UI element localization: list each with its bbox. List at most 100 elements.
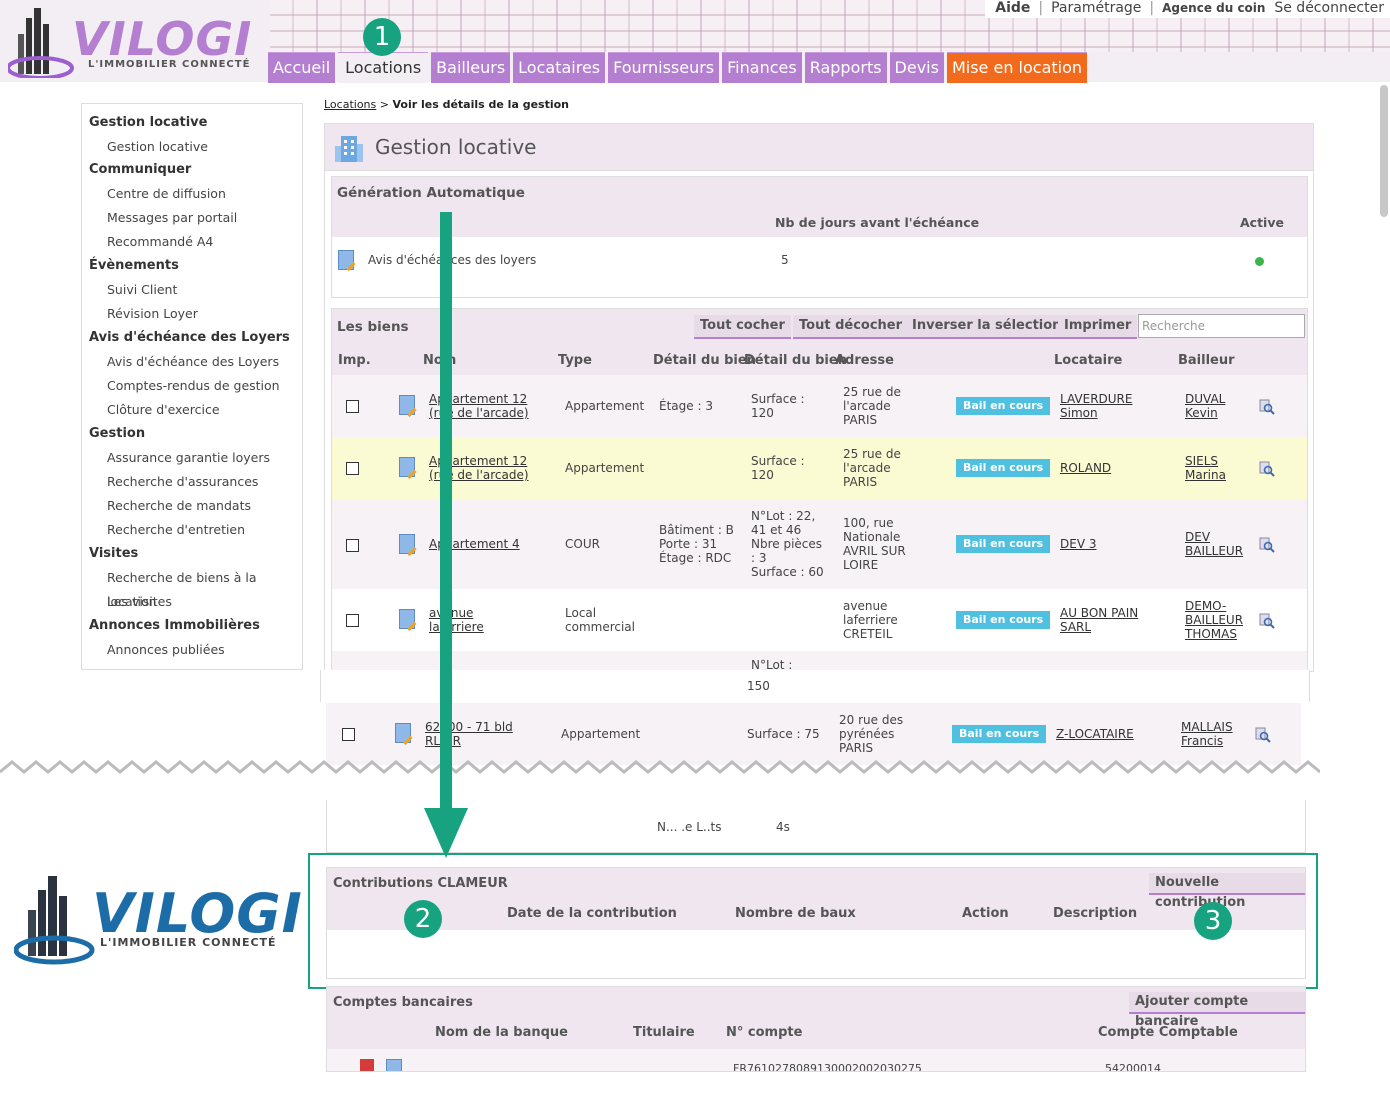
view-details-icon[interactable] bbox=[1259, 399, 1275, 415]
sidebar-item-recommande[interactable]: Recommandé A4 bbox=[82, 230, 302, 254]
torn-strip: 150 bbox=[320, 670, 1310, 702]
sidebar-item-recherche-assurances[interactable]: Recherche d'assurances bbox=[82, 470, 302, 494]
locataire-link[interactable]: LAVERDURE Simon bbox=[1060, 392, 1132, 420]
sidebar-item-assurance-garantie[interactable]: Assurance garantie loyers bbox=[82, 446, 302, 470]
row-checkbox[interactable] bbox=[346, 400, 359, 413]
tab-rapports[interactable]: Rapports bbox=[804, 52, 887, 83]
col-action: Action bbox=[962, 906, 1009, 921]
bailleur-link[interactable]: DUVAL Kevin bbox=[1185, 392, 1225, 420]
sidebar-section-gestion: Gestion bbox=[89, 426, 146, 441]
top-links: Aide | Paramétrage | Agence du coin Se décon… bbox=[985, 0, 1390, 18]
view-details-icon[interactable] bbox=[1259, 613, 1275, 629]
search-input[interactable]: Recherche bbox=[1138, 314, 1305, 338]
ajouter-compte-button[interactable]: Ajouter compte bancaire bbox=[1129, 992, 1305, 1029]
table-row[interactable]: Appartement 12 (rue de l'arcade) Appartem… bbox=[332, 375, 1307, 437]
generation-automatique-box: Génération Automatique Nb de jours avant… bbox=[331, 176, 1308, 298]
comptes-header: Comptes bancaires Ajouter compte bancair… bbox=[327, 987, 1305, 1049]
breadcrumb-separator: > bbox=[376, 98, 393, 111]
logout-link[interactable]: Se déconnecter bbox=[1274, 0, 1384, 16]
tab-mise-en-location[interactable]: Mise en location bbox=[946, 52, 1088, 83]
bien-name-link[interactable]: avenuelaferriere bbox=[429, 606, 484, 634]
sidebar-item-messages-portail[interactable]: Messages par portail bbox=[82, 206, 302, 230]
table-row[interactable]: FR7610278089130002002030275 54200014 bbox=[327, 1049, 1305, 1071]
sidebar-item-revision-loyer[interactable]: Révision Loyer bbox=[82, 302, 302, 326]
imprimer-button[interactable]: Imprimer bbox=[1058, 315, 1138, 339]
locataire-link[interactable]: AU BON PAIN SARL bbox=[1060, 606, 1138, 634]
tab-finances[interactable]: Finances bbox=[722, 52, 802, 83]
fragment-right: 4s bbox=[776, 820, 790, 834]
sidebar-item-avis-echeance[interactable]: Avis d'échéance des Loyers bbox=[82, 350, 302, 374]
sidebar-item-recherche-biens[interactable]: Recherche de biens à la location bbox=[82, 566, 302, 609]
sidebar-item-gestion-locative[interactable]: Gestion locative bbox=[82, 135, 302, 158]
help-link[interactable]: Aide bbox=[995, 0, 1030, 16]
biens-title: Les biens bbox=[337, 319, 409, 335]
sidebar-item-visites[interactable]: Les visites bbox=[82, 590, 302, 614]
settings-link[interactable]: Paramétrage bbox=[1051, 0, 1141, 16]
locataire-link[interactable]: Z-LOCATAIRE bbox=[1056, 727, 1134, 741]
delete-icon[interactable] bbox=[360, 1059, 374, 1071]
bien-adresse: avenue laferriere CRETEIL bbox=[843, 599, 898, 641]
view-details-icon[interactable] bbox=[1259, 461, 1275, 477]
inverser-selection-button[interactable]: Inverser la sélection bbox=[906, 315, 1068, 339]
document-icon[interactable] bbox=[386, 1059, 402, 1071]
contributions-header: Contributions CLAMEUR Nouvelle contribut… bbox=[327, 868, 1305, 930]
bailleur-link[interactable]: DEV BAILLEUR bbox=[1185, 530, 1243, 558]
locataire-link[interactable]: ROLAND bbox=[1060, 461, 1111, 475]
tab-bailleurs[interactable]: Bailleurs bbox=[431, 52, 511, 83]
bien-adresse: 100, rue Nationale AVRIL SUR LOIRE bbox=[843, 516, 906, 572]
bien-detail-2: Surface : 75 bbox=[747, 727, 820, 741]
tab-locations[interactable]: Locations bbox=[338, 52, 429, 83]
locataire-link[interactable]: DEV 3 bbox=[1060, 537, 1096, 551]
logo-building-icon bbox=[14, 876, 95, 965]
table-row[interactable]: avenuelaferriere Localcommercial avenuel… bbox=[332, 589, 1307, 651]
torn-edge bbox=[0, 760, 1320, 774]
fragment-row: N... .e L..ts 4s bbox=[326, 800, 1306, 853]
breadcrumb: Locations > Voir les détails de la gesti… bbox=[324, 98, 569, 111]
tout-decocher-button[interactable]: Tout décocher bbox=[793, 315, 909, 339]
tab-locataires[interactable]: Locataires bbox=[513, 52, 606, 83]
scrollbar-thumb[interactable] bbox=[1380, 85, 1388, 217]
vilogi-logo[interactable]: VILOGI L'IMMOBILIER CONNECTÉ bbox=[8, 4, 268, 80]
tab-accueil[interactable]: Accueil bbox=[268, 52, 336, 83]
tout-cocher-button[interactable]: Tout cocher bbox=[694, 315, 791, 339]
row-checkbox[interactable] bbox=[346, 462, 359, 475]
sidebar-section-evenements: Évènements bbox=[89, 258, 179, 273]
main-nav-tabs: Accueil Locations Bailleurs Locataires F… bbox=[268, 52, 1088, 83]
col-numero-compte: N° compte bbox=[726, 1025, 803, 1040]
row-checkbox[interactable] bbox=[342, 728, 355, 741]
nouvelle-contribution-button[interactable]: Nouvelle contribution bbox=[1149, 873, 1305, 910]
bailleur-link[interactable]: SIELS Marina bbox=[1185, 454, 1226, 482]
table-row[interactable]: Appartement 12 (rue de l'arcade) Appartem… bbox=[332, 437, 1307, 499]
row-checkbox[interactable] bbox=[346, 539, 359, 552]
breadcrumb-link-locations[interactable]: Locations bbox=[324, 98, 376, 111]
tab-devis[interactable]: Devis bbox=[889, 52, 944, 83]
sidebar-item-annonces-publiees[interactable]: Annonces publiées bbox=[82, 638, 302, 662]
col-date-contribution: Date de la contribution bbox=[507, 906, 677, 921]
sidebar-item-comptes-rendus[interactable]: Comptes-rendus de gestion bbox=[82, 374, 302, 398]
table-row[interactable]: Appartement 4 COUR Bâtiment : B Porte : 3… bbox=[332, 499, 1307, 589]
bailleur-link[interactable]: MALLAIS Francis bbox=[1181, 720, 1233, 748]
view-details-icon[interactable] bbox=[1255, 727, 1271, 743]
sidebar-item-cloture[interactable]: Clôture d'exercice bbox=[82, 398, 302, 422]
sidebar-item-centre-diffusion[interactable]: Centre de diffusion bbox=[82, 182, 302, 206]
view-details-icon[interactable] bbox=[1259, 537, 1275, 553]
bien-adresse: 20 rue des pyrénées PARIS bbox=[839, 713, 904, 755]
generation-row-days: 5 bbox=[781, 253, 789, 267]
compte-comptable-value: 54200014 bbox=[1105, 1062, 1161, 1072]
bien-adresse: 25 rue de l'arcade PARIS bbox=[843, 385, 901, 427]
col-bailleur: Bailleur bbox=[1178, 353, 1235, 368]
col-detail-1: Détail du bien bbox=[653, 353, 756, 368]
col-nom-banque: Nom de la banque bbox=[435, 1025, 568, 1040]
tab-fournisseurs[interactable]: Fournisseurs bbox=[608, 52, 720, 83]
status-badge: Bail en cours bbox=[952, 725, 1047, 743]
sidebar-item-recherche-entretien[interactable]: Recherche d'entretien bbox=[82, 518, 302, 542]
sidebar-item-recherche-mandats[interactable]: Recherche de mandats bbox=[82, 494, 302, 518]
col-titulaire: Titulaire bbox=[633, 1025, 695, 1040]
bien-name-link[interactable]: 62400 - 71 bldRLOIR bbox=[425, 720, 513, 748]
table-row[interactable]: 62400 - 71 bldRLOIR Appartement Surface … bbox=[326, 703, 1301, 765]
iban-value: FR7610278089130002002030275 bbox=[733, 1062, 922, 1072]
col-description: Description bbox=[1053, 906, 1138, 921]
bailleur-link[interactable]: DEMO- BAILLEUR THOMAS bbox=[1185, 599, 1243, 641]
sidebar-item-suivi-client[interactable]: Suivi Client bbox=[82, 278, 302, 302]
row-checkbox[interactable] bbox=[346, 614, 359, 627]
